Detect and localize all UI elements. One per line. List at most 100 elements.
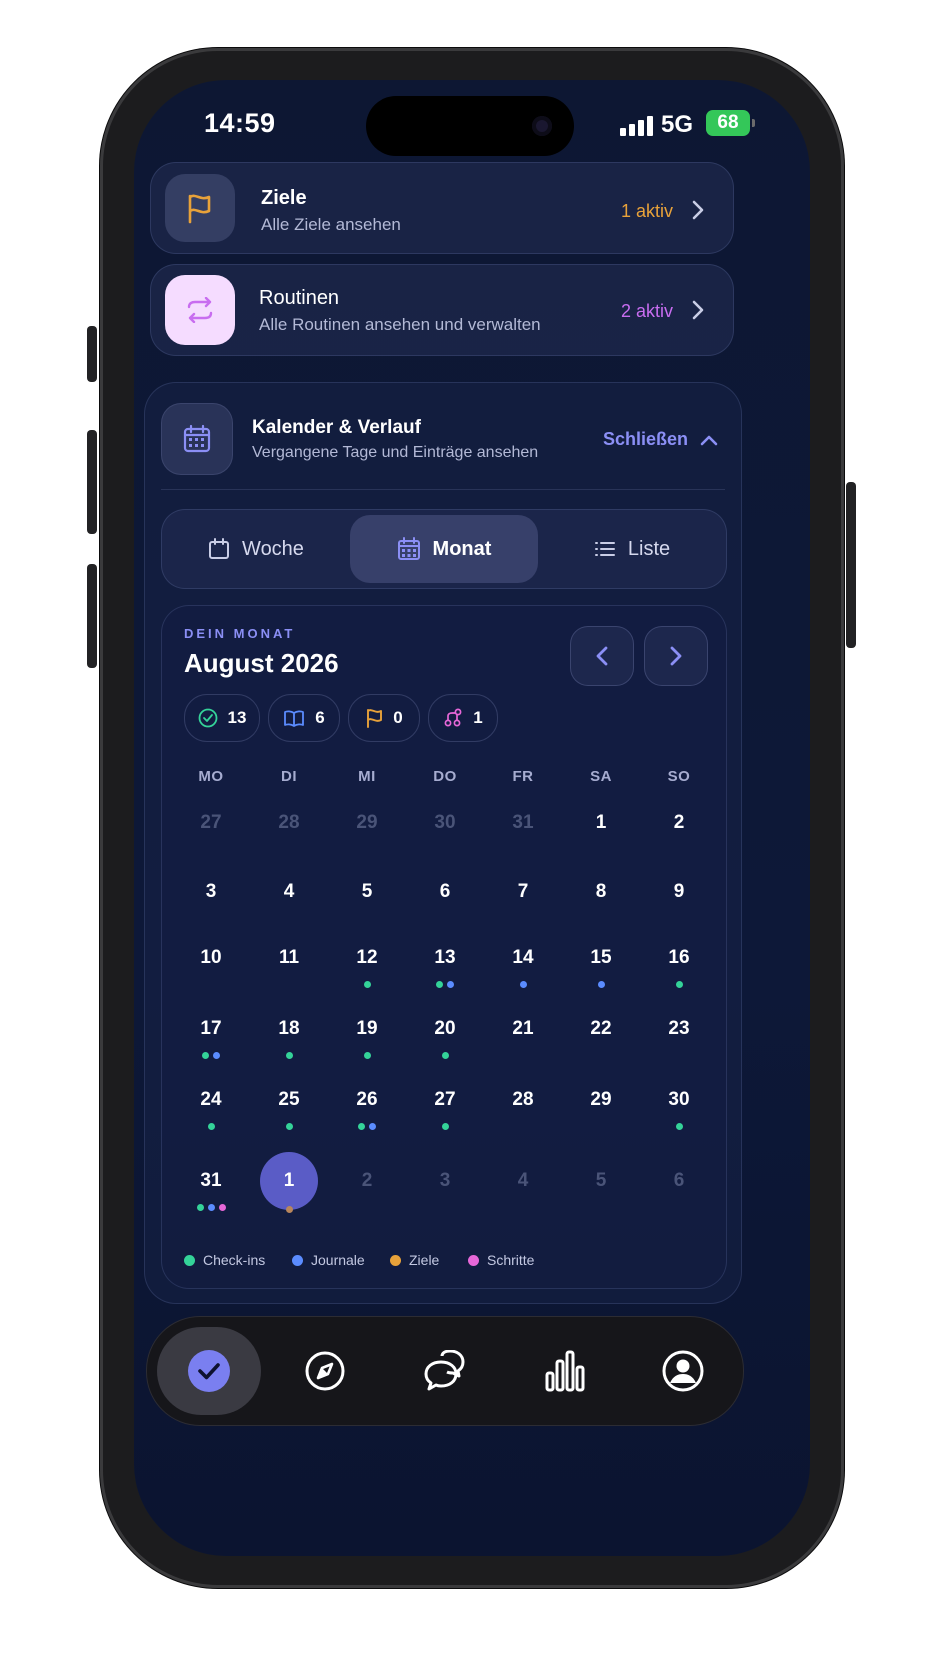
calendar-day[interactable]: 31 — [493, 812, 553, 834]
weekday-label: MI — [358, 768, 376, 785]
compass-icon — [305, 1351, 345, 1391]
day-activity-dots — [337, 1052, 397, 1059]
repeat-icon — [165, 275, 235, 345]
calendar-day[interactable]: 5 — [337, 881, 397, 903]
tab-chat[interactable] — [393, 1327, 497, 1415]
calendar-day[interactable]: 31 — [181, 1170, 241, 1192]
calendar-day[interactable]: 14 — [493, 947, 553, 969]
month-eyebrow: DEIN MONAT — [184, 626, 296, 641]
check-circle-icon — [198, 708, 217, 728]
calendar-day[interactable]: 30 — [649, 1089, 709, 1111]
calendar-day[interactable]: 26 — [337, 1089, 397, 1111]
calendar-day[interactable]: 6 — [649, 1170, 709, 1192]
calendar-day[interactable]: 28 — [259, 812, 319, 834]
activity-dot — [285, 1052, 293, 1059]
stat-goals-value: 0 — [393, 708, 403, 727]
activity-dot — [207, 1204, 215, 1211]
calendar-day[interactable]: 19 — [337, 1018, 397, 1040]
calendar-day[interactable]: 4 — [259, 881, 319, 903]
routines-row[interactable]: Routinen Alle Routinen ansehen und verwa… — [150, 264, 734, 356]
calendar-day[interactable]: 1 — [571, 812, 631, 834]
calendar-day[interactable]: 23 — [649, 1018, 709, 1040]
list-icon — [594, 542, 615, 556]
calendar-day[interactable]: 11 — [259, 947, 319, 969]
calendar-day[interactable]: 17 — [181, 1018, 241, 1040]
legend-label: Journale — [311, 1252, 365, 1268]
calendar-day[interactable]: 13 — [415, 947, 475, 969]
day-activity-dots — [259, 1123, 319, 1130]
calendar-day[interactable]: 7 — [493, 881, 553, 903]
calendar-section: Kalender & Verlauf Vergangene Tage und E… — [144, 382, 742, 1304]
tab-week[interactable]: Woche — [168, 515, 344, 583]
calendar-day[interactable]: 8 — [571, 881, 631, 903]
next-month-button[interactable] — [644, 626, 708, 686]
legend-dot — [184, 1254, 195, 1266]
stat-steps-value: 1 — [473, 708, 483, 727]
calendar-day[interactable]: 9 — [649, 881, 709, 903]
calendar-day[interactable]: 24 — [181, 1089, 241, 1111]
legend-label: Check-ins — [203, 1252, 266, 1268]
goals-title: Ziele — [261, 187, 307, 209]
calendar-day[interactable]: 6 — [415, 881, 475, 903]
goals-count: 1 aktiv — [621, 201, 674, 221]
calendar-day[interactable]: 28 — [493, 1089, 553, 1111]
calendar-day[interactable]: 27 — [415, 1089, 475, 1111]
stat-goals: 0 — [348, 694, 420, 742]
activity-dot — [675, 981, 683, 988]
calendar-day[interactable]: 2 — [649, 812, 709, 834]
chevron-right-icon — [670, 646, 682, 666]
calendar-day[interactable]: 4 — [493, 1170, 553, 1192]
calendar-day[interactable]: 18 — [259, 1018, 319, 1040]
calendar-outline-icon — [209, 538, 230, 559]
goals-row[interactable]: Ziele Alle Ziele ansehen 1 aktiv — [150, 162, 734, 254]
calendar-grid-icon — [397, 537, 420, 560]
action-button — [87, 326, 97, 382]
tab-list[interactable]: Liste — [544, 515, 720, 583]
legend-dot — [292, 1254, 303, 1266]
activity-dot — [436, 981, 443, 988]
day-activity-dots — [337, 1123, 397, 1130]
stat-checkins: 13 — [184, 694, 260, 742]
calendar-day[interactable]: 30 — [415, 812, 475, 834]
month-card: DEIN MONAT August 2026 13 6 0 1 MO DI MI… — [161, 605, 727, 1289]
calendar-day[interactable]: 3 — [415, 1170, 475, 1192]
activity-dot — [441, 1123, 449, 1130]
tab-month[interactable]: Monat — [350, 515, 538, 583]
close-calendar-button[interactable]: Schließen — [603, 429, 718, 450]
calendar-day[interactable]: 27 — [181, 812, 241, 834]
calendar-day[interactable]: 25 — [259, 1089, 319, 1111]
calendar-day[interactable]: 10 — [181, 947, 241, 969]
calendar-day[interactable]: 29 — [337, 812, 397, 834]
tab-explore[interactable] — [273, 1327, 377, 1415]
calendar-day[interactable]: 16 — [649, 947, 709, 969]
calendar-day[interactable]: 3 — [181, 881, 241, 903]
calendar-day-today[interactable]: 1 — [259, 1170, 319, 1192]
calendar-day[interactable]: 20 — [415, 1018, 475, 1040]
day-activity-dots — [415, 981, 475, 988]
tab-profile[interactable] — [631, 1327, 735, 1415]
calendar-subtitle: Vergangene Tage und Einträge ansehen — [252, 444, 539, 461]
calendar-day[interactable]: 12 — [337, 947, 397, 969]
chevron-up-icon — [700, 435, 718, 445]
tab-checkin[interactable] — [157, 1327, 261, 1415]
chevron-right-icon — [692, 300, 704, 320]
profile-icon — [662, 1350, 704, 1392]
power-button — [846, 482, 856, 648]
calendar-day[interactable]: 2 — [337, 1170, 397, 1192]
bottom-tab-bar — [146, 1316, 744, 1426]
weekday-label: SO — [667, 768, 691, 785]
calendar-day[interactable]: 29 — [571, 1089, 631, 1111]
signal-icon — [620, 116, 654, 136]
calendar-day[interactable]: 22 — [571, 1018, 631, 1040]
calendar-title: Kalender & Verlauf — [252, 417, 421, 438]
chevron-right-icon — [692, 200, 704, 220]
chevron-left-icon — [596, 646, 608, 666]
calendar-day[interactable]: 21 — [493, 1018, 553, 1040]
tab-week-label: Woche — [242, 537, 304, 560]
calendar-day[interactable]: 15 — [571, 947, 631, 969]
day-activity-dots — [571, 981, 631, 988]
tab-stats[interactable] — [513, 1327, 617, 1415]
calendar-day[interactable]: 5 — [571, 1170, 631, 1192]
prev-month-button[interactable] — [570, 626, 634, 686]
day-activity-dots — [415, 1052, 475, 1059]
